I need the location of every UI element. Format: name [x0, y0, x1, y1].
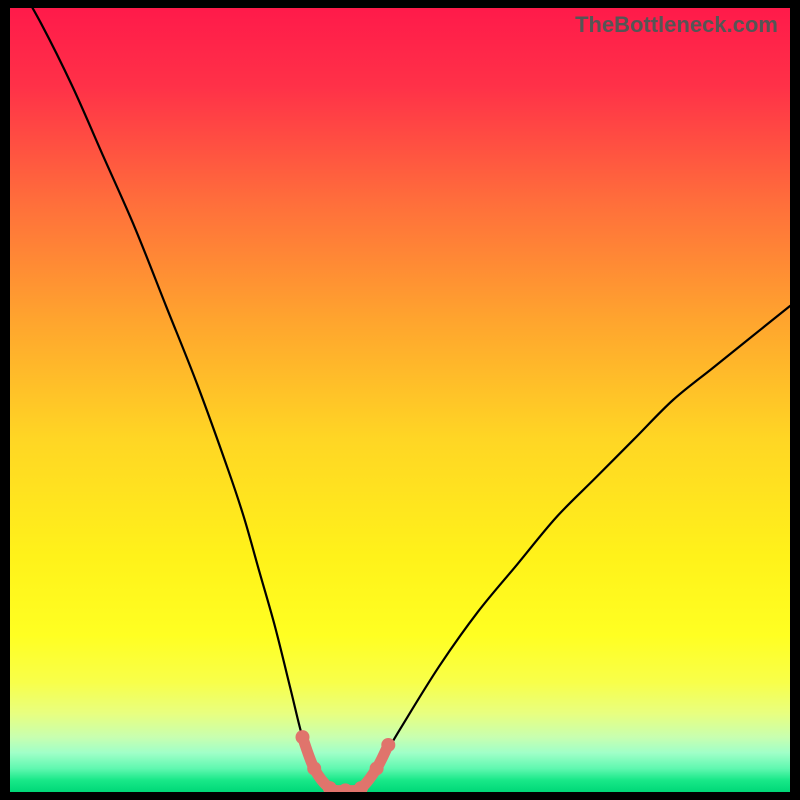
- chart-svg: [10, 8, 790, 792]
- sweet-spot-point: [307, 761, 321, 775]
- sweet-spot-point: [381, 738, 395, 752]
- sweet-spot-point: [370, 761, 384, 775]
- watermark-label: TheBottleneck.com: [575, 12, 778, 38]
- sweet-spot-point: [296, 730, 310, 744]
- bottleneck-chart: TheBottleneck.com: [10, 8, 790, 792]
